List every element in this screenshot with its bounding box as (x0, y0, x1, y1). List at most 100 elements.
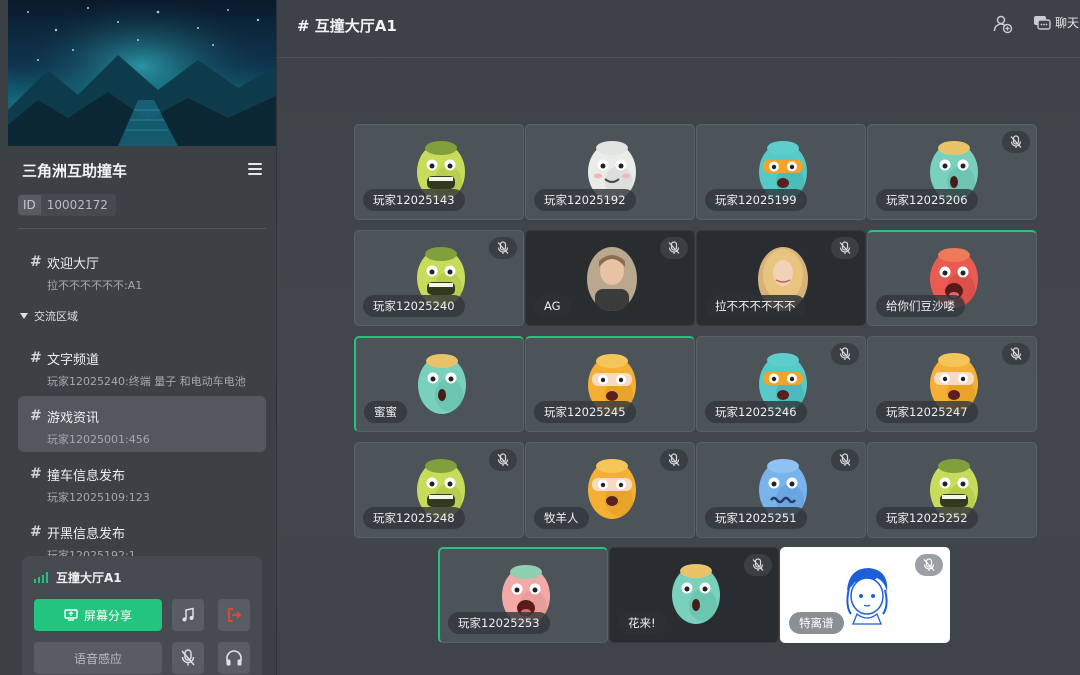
screen-share-label: 屏幕分享 (83, 608, 132, 623)
channel-last-message: 玩家12025240:终端 量子 和电动车电池 (47, 375, 246, 388)
channel-name: 游戏资讯 (47, 411, 100, 426)
participant-tile[interactable]: 玩家12025246 (696, 336, 866, 432)
hash-icon: # (30, 466, 42, 482)
mic-muted-icon (489, 237, 517, 259)
hash-icon: # (30, 350, 42, 366)
photo-boy-avatar (587, 247, 637, 311)
headphone-toggle-button[interactable] (218, 642, 250, 674)
music-button[interactable] (172, 599, 204, 631)
participant-tile[interactable]: 玩家12025252 (867, 442, 1037, 538)
orange-goggles-egg-avatar (586, 456, 638, 520)
server-id-badge: ID 10002172 (18, 194, 116, 216)
music-note-icon (182, 607, 194, 622)
participant-tile[interactable]: 玩家12025240 (354, 230, 524, 326)
participant-tile[interactable]: 花来! (609, 547, 779, 643)
room-title: # 互撞大厅A1 (297, 17, 397, 35)
participant-tile[interactable]: 蜜蜜 (354, 336, 524, 432)
voice-room-main: # 互撞大厅A1 聊天 玩家12025143 玩家12025192 玩家1202… (276, 0, 1080, 675)
divider (18, 228, 266, 229)
mint-egg-avatar (670, 561, 722, 625)
mic-muted-icon (660, 449, 688, 471)
screen-share-icon (64, 609, 78, 621)
mic-muted-icon (831, 343, 859, 365)
mic-muted-icon (1002, 343, 1030, 365)
participant-name: 玩家12025253 (448, 612, 550, 634)
participant-name: 玩家12025143 (363, 189, 465, 211)
voice-room-name: 互撞大厅A1 (56, 571, 122, 585)
participant-name: 玩家12025240 (363, 295, 465, 317)
participant-tile[interactable]: AG (525, 230, 695, 326)
participant-tile[interactable]: 玩家12025206 (867, 124, 1037, 220)
participant-name: 玩家12025245 (534, 401, 636, 423)
participant-tile[interactable]: 玩家12025245 (525, 336, 695, 432)
participant-tile[interactable]: 牧羊人 (525, 442, 695, 538)
mic-muted-icon (1002, 131, 1030, 153)
voice-activation-button[interactable]: 语音感应 (34, 642, 162, 674)
section-exchange-area[interactable]: 交流区域 (20, 308, 78, 324)
channel-name: 撞车信息发布 (47, 469, 126, 484)
participant-name: 给你们豆沙喽 (876, 295, 965, 317)
participant-tile[interactable]: 给你们豆沙喽 (867, 230, 1037, 326)
screen-share-button[interactable]: 屏幕分享 (34, 599, 162, 631)
hash-icon: # (30, 254, 42, 270)
anime-sketch-avatar (837, 562, 889, 626)
channel-last-message: 玩家12025109:123 (47, 491, 150, 504)
participant-tile[interactable]: 拉不不不不不不 (696, 230, 866, 326)
channel-last-message: 拉不不不不不不:A1 (47, 279, 143, 292)
section-label: 交流区域 (34, 310, 78, 323)
channel-name: 欢迎大厅 (47, 257, 100, 272)
leave-channel-button[interactable] (218, 599, 250, 631)
mic-muted-icon (660, 237, 688, 259)
participant-name: 玩家12025248 (363, 507, 465, 529)
participant-name: 花来! (618, 612, 666, 634)
menu-icon[interactable] (248, 163, 262, 175)
mic-muted-icon (831, 237, 859, 259)
participant-tile[interactable]: 玩家12025253 (438, 547, 608, 643)
chat-label: 聊天 (1055, 16, 1080, 30)
participant-name: 蜜蜜 (364, 401, 407, 423)
server-id-value: 10002172 (46, 198, 108, 212)
channel-last-message: 玩家12025001:456 (47, 433, 150, 446)
channel-game-news[interactable]: # 游戏资讯 玩家12025001:456 (18, 396, 266, 452)
mic-off-icon (181, 649, 195, 666)
participant-name: 玩家12025199 (705, 189, 807, 211)
participant-tile[interactable]: 玩家12025251 (696, 442, 866, 538)
signal-icon (34, 572, 48, 583)
mic-muted-icon (915, 554, 943, 576)
room-topbar: # 互撞大厅A1 聊天 (277, 0, 1080, 58)
chat-toggle-button[interactable]: 聊天 (1033, 14, 1079, 31)
participant-name: 玩家12025251 (705, 507, 807, 529)
participant-tile[interactable]: 玩家12025192 (525, 124, 695, 220)
channel-text[interactable]: # 文字频道 玩家12025240:终端 量子 和电动车电池 (18, 338, 266, 394)
hash-icon: # (30, 408, 42, 424)
voice-connection-panel: 互撞大厅A1 屏幕分享 语音感应 (22, 556, 262, 675)
mint-egg-avatar (416, 351, 468, 415)
participant-tile[interactable]: 玩家12025248 (354, 442, 524, 538)
sidebar: 三角洲互助撞车 ID 10002172 # 欢迎大厅 拉不不不不不不:A1 交流… (0, 0, 276, 675)
participant-tile[interactable]: 玩家12025199 (696, 124, 866, 220)
voice-activation-label: 语音感应 (73, 651, 122, 666)
server-name: 三角洲互助撞车 (22, 162, 128, 180)
voice-room-status: 互撞大厅A1 (34, 569, 122, 586)
participant-name: 玩家12025246 (705, 401, 807, 423)
triangle-down-icon (20, 313, 28, 319)
channel-collision-info[interactable]: # 撞车信息发布 玩家12025109:123 (18, 454, 266, 510)
participant-name: AG (534, 295, 571, 317)
participant-tile[interactable]: 玩家12025143 (354, 124, 524, 220)
participant-tile[interactable]: 玩家12025247 (867, 336, 1037, 432)
mic-toggle-button[interactable] (172, 642, 204, 674)
participant-name: 玩家12025192 (534, 189, 636, 211)
participant-name: 拉不不不不不不 (705, 295, 806, 317)
hash-icon: # (30, 524, 42, 540)
participant-tile[interactable]: 特离谱 (780, 547, 950, 643)
mic-muted-icon (489, 449, 517, 471)
participant-name: 玩家12025252 (876, 507, 978, 529)
add-user-icon (993, 15, 1013, 34)
participant-name: 玩家12025206 (876, 189, 978, 211)
exit-icon (228, 608, 242, 622)
chat-bubble-icon (1034, 15, 1051, 30)
channel-welcome-hall[interactable]: # 欢迎大厅 拉不不不不不不:A1 (18, 242, 266, 298)
channel-name: 开黑信息发布 (47, 527, 126, 542)
add-member-button[interactable] (993, 14, 1013, 34)
participant-name: 玩家12025247 (876, 401, 978, 423)
